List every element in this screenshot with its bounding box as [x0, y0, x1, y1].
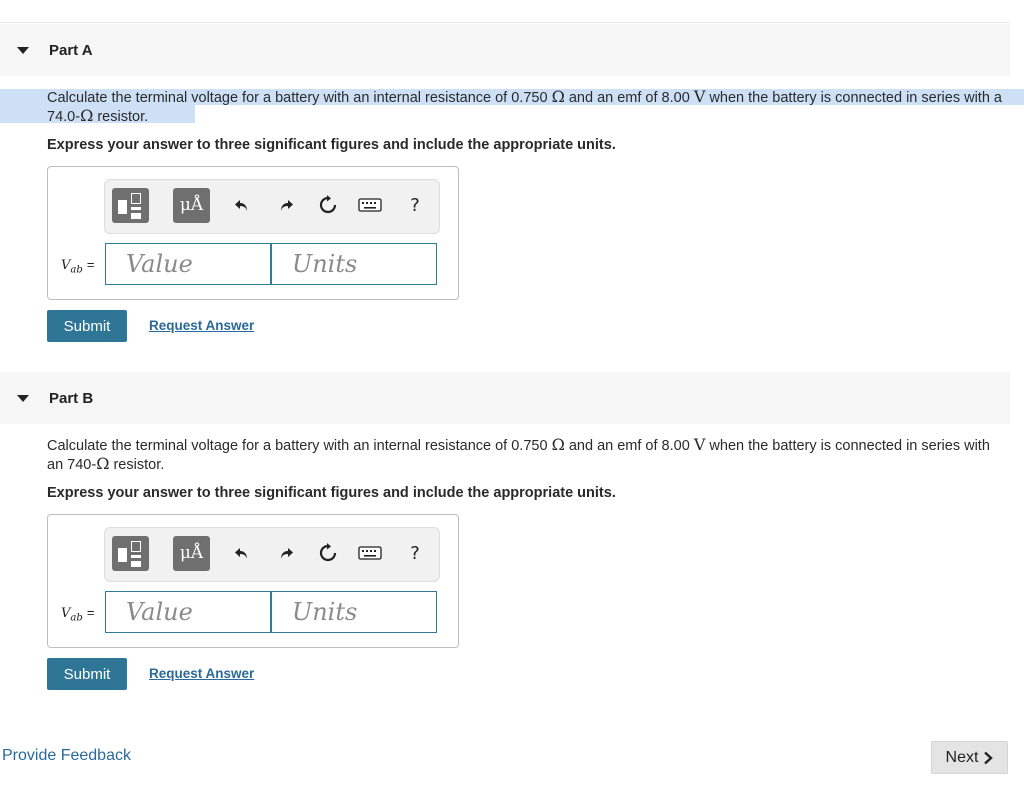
- help-icon[interactable]: ?: [402, 192, 428, 218]
- part-a-instruction: Express your answer to three significant…: [47, 137, 616, 153]
- part-b-instruction: Express your answer to three significant…: [47, 485, 616, 501]
- templates-button[interactable]: [112, 536, 149, 571]
- part-b-header[interactable]: Part B: [0, 372, 1010, 424]
- value-input[interactable]: [105, 243, 271, 285]
- volt-symbol: V: [693, 87, 706, 106]
- redo-icon[interactable]: [273, 192, 299, 218]
- request-answer-link[interactable]: Request Answer: [149, 666, 254, 681]
- variable-subscript: ab: [70, 612, 83, 624]
- part-a-question: Calculate the terminal voltage for a bat…: [47, 88, 1007, 126]
- question-text: and an emf of 8.00: [564, 438, 694, 454]
- question-text: resistor.: [109, 457, 165, 473]
- redo-icon[interactable]: [273, 540, 299, 566]
- variable-subscript: ab: [70, 264, 83, 276]
- ohm-symbol: Ω: [96, 454, 110, 473]
- ohm-symbol: Ω: [551, 435, 565, 454]
- variable-label: Vab =: [61, 605, 95, 624]
- submit-button[interactable]: Submit: [47, 658, 127, 690]
- reset-icon[interactable]: [315, 192, 341, 218]
- next-label: Next: [945, 748, 979, 766]
- templates-button[interactable]: [112, 188, 149, 223]
- undo-icon[interactable]: [229, 192, 255, 218]
- units-button[interactable]: μÅ: [173, 536, 210, 571]
- part-b-answer-box: μÅ ? Vab =: [47, 514, 459, 648]
- question-text: and an emf of 8.00: [564, 90, 694, 106]
- chevron-right-icon: [984, 751, 994, 764]
- help-icon[interactable]: ?: [402, 540, 428, 566]
- variable-symbol: V: [61, 258, 71, 273]
- part-b-question: Calculate the terminal voltage for a bat…: [47, 436, 1007, 474]
- equals-sign: =: [86, 257, 95, 272]
- reset-icon[interactable]: [315, 540, 341, 566]
- undo-icon[interactable]: [229, 540, 255, 566]
- ohm-symbol: Ω: [80, 106, 94, 125]
- part-b-title: Part B: [49, 389, 94, 407]
- variable-symbol: V: [61, 606, 71, 621]
- volt-symbol: V: [693, 435, 706, 454]
- caret-down-icon[interactable]: [17, 46, 29, 54]
- question-text: Calculate the terminal voltage for a bat…: [47, 438, 552, 454]
- part-a-header[interactable]: Part A: [0, 24, 1010, 76]
- units-button[interactable]: μÅ: [173, 188, 210, 223]
- value-input[interactable]: [105, 591, 271, 633]
- variable-label: Vab =: [61, 257, 95, 276]
- part-a-title: Part A: [49, 41, 93, 59]
- question-text: Calculate the terminal voltage for a bat…: [47, 90, 552, 106]
- caret-down-icon[interactable]: [17, 394, 29, 402]
- top-divider: [0, 22, 1010, 23]
- keyboard-icon[interactable]: [357, 192, 383, 218]
- request-answer-link[interactable]: Request Answer: [149, 318, 254, 333]
- equals-sign: =: [86, 605, 95, 620]
- units-input[interactable]: [271, 243, 437, 285]
- ohm-symbol: Ω: [551, 87, 565, 106]
- part-a-answer-box: μÅ ? Vab =: [47, 166, 459, 300]
- submit-button[interactable]: Submit: [47, 310, 127, 342]
- keyboard-icon[interactable]: [357, 540, 383, 566]
- next-button[interactable]: Next: [931, 741, 1008, 774]
- provide-feedback-link[interactable]: Provide Feedback: [2, 747, 131, 765]
- math-toolbar: μÅ ?: [104, 527, 440, 582]
- question-text: resistor.: [93, 109, 149, 125]
- units-input[interactable]: [271, 591, 437, 633]
- math-toolbar: μÅ ?: [104, 179, 440, 234]
